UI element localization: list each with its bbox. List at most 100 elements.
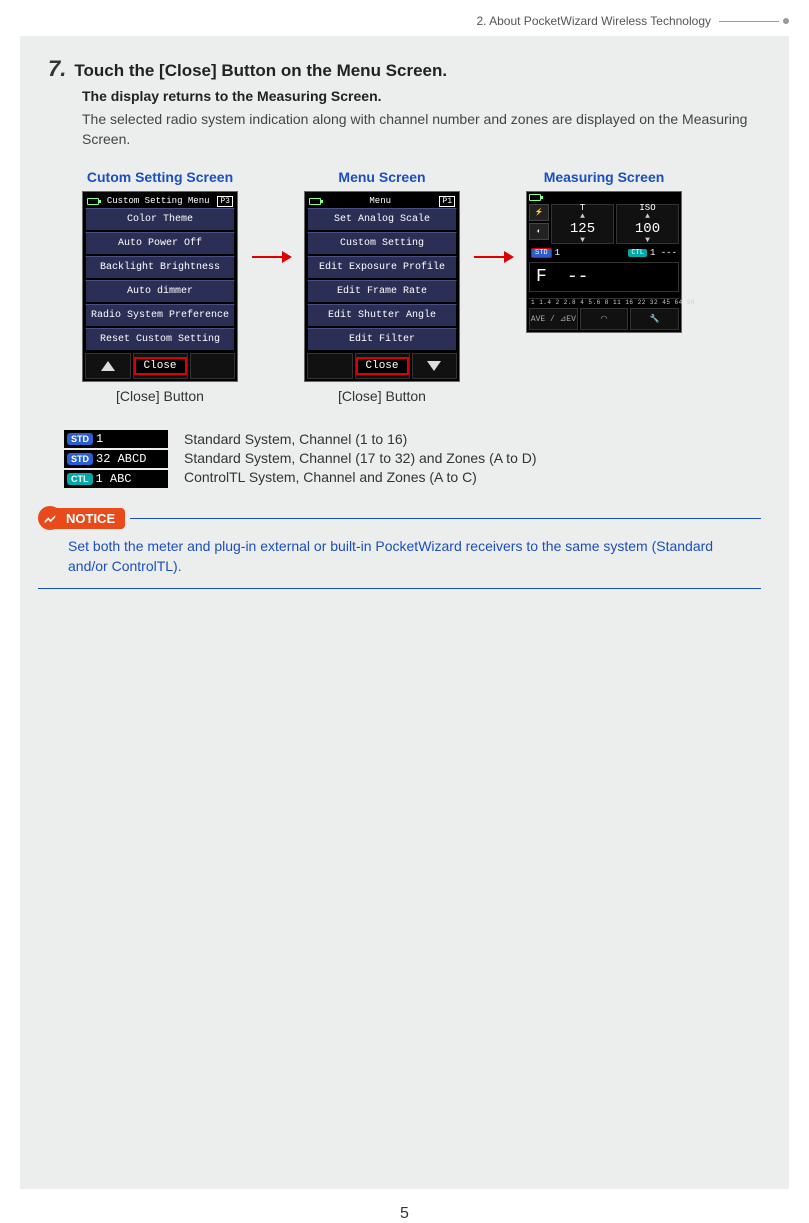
ave-ev-button[interactable]: AVE / ⊿EV bbox=[529, 308, 578, 330]
menu-item[interactable]: Reset Custom Setting bbox=[85, 328, 235, 351]
menu-item[interactable]: Custom Setting bbox=[307, 232, 457, 255]
custom-screen-topbar: Custom Setting Menu P3 bbox=[85, 194, 235, 208]
custom-screen-label: Cutom Setting Screen bbox=[82, 169, 238, 185]
shutter-box[interactable]: T ▲ 125 ▼ bbox=[551, 204, 614, 244]
chevron-down-icon bbox=[427, 361, 441, 371]
flash-icon[interactable]: ⚡ bbox=[529, 204, 549, 221]
close-button[interactable]: Close bbox=[356, 357, 409, 375]
ctl-badge: CTL bbox=[628, 249, 647, 257]
iso-value: 100 bbox=[635, 221, 660, 237]
arrow-right-icon bbox=[474, 256, 512, 258]
aperture-scale: 1 1.4 2 2.8 4 5.6 8 11 16 22 32 45 64 90 bbox=[529, 298, 679, 306]
mode-icon[interactable]: ◐ bbox=[529, 223, 549, 240]
measuring-screen-label: Measuring Screen bbox=[526, 169, 682, 185]
notice-box: NOTICE Set both the meter and plug-in ex… bbox=[38, 518, 761, 589]
page-number: 5 bbox=[0, 1205, 809, 1223]
aperture-row: F -- bbox=[529, 262, 679, 292]
custom-screen-device: Custom Setting Menu P3 Color Theme Auto … bbox=[82, 191, 238, 382]
header-rule bbox=[719, 21, 779, 22]
legend-desc: Standard System, Channel (17 to 32) and … bbox=[184, 449, 537, 468]
arrow-right-icon bbox=[252, 256, 290, 258]
legend-text-col: Standard System, Channel (1 to 16) Stand… bbox=[184, 430, 537, 487]
legend-badge-row: STD 1 bbox=[64, 430, 168, 448]
legend-badge-row: CTL 1 ABC bbox=[64, 470, 168, 488]
arrow-1 bbox=[252, 169, 290, 345]
legend-badge-row: STD 32 ABCD bbox=[64, 450, 168, 468]
close-caption: [Close] Button bbox=[82, 388, 238, 404]
std-channel: 1 bbox=[555, 248, 560, 258]
menu-screen-label: Menu Screen bbox=[304, 169, 460, 185]
page-body: 7. Touch the [Close] Button on the Menu … bbox=[20, 36, 789, 1189]
std-tag: STD bbox=[67, 453, 93, 465]
chevron-up-icon: ▲ bbox=[580, 213, 585, 221]
custom-bottom-bar: Close bbox=[85, 353, 235, 379]
menu-item[interactable]: Set Analog Scale bbox=[307, 208, 457, 231]
menu-item[interactable]: Edit Frame Rate bbox=[307, 280, 457, 303]
menu-screen-col: Menu Screen Menu P1 Set Analog Scale Cus… bbox=[304, 169, 460, 404]
notice-badge: NOTICE bbox=[38, 506, 125, 530]
measuring-bottom-bar: AVE / ⊿EV ◠ 🔧 bbox=[529, 308, 679, 330]
menu-item[interactable]: Auto dimmer bbox=[85, 280, 235, 303]
menu-item[interactable]: Auto Power Off bbox=[85, 232, 235, 255]
custom-setting-screen-col: Cutom Setting Screen Custom Setting Menu… bbox=[82, 169, 238, 404]
ctl-channel: 1 --- bbox=[650, 248, 677, 258]
scroll-down-button[interactable] bbox=[412, 353, 458, 379]
menu-item[interactable]: Edit Exposure Profile bbox=[307, 256, 457, 279]
dome-icon[interactable]: ◠ bbox=[580, 308, 629, 330]
legend-badge-text: 32 ABCD bbox=[96, 452, 146, 466]
legend-badge-text: 1 bbox=[96, 432, 103, 446]
empty-cell bbox=[307, 353, 353, 379]
menu-screen-topbar: Menu P1 bbox=[307, 194, 457, 208]
measuring-side-icons: ⚡ ◐ bbox=[529, 204, 549, 244]
close-caption: [Close] Button bbox=[304, 388, 460, 404]
scroll-up-button[interactable] bbox=[85, 353, 131, 379]
menu-item[interactable]: Color Theme bbox=[85, 208, 235, 231]
battery-icon bbox=[529, 194, 541, 201]
f-value: -- bbox=[567, 267, 589, 287]
empty-cell bbox=[190, 353, 236, 379]
menu-item[interactable]: Radio System Preference bbox=[85, 304, 235, 327]
screens-row: Cutom Setting Screen Custom Setting Menu… bbox=[82, 169, 761, 404]
measuring-screen-device: ⚡ ◐ T ▲ 125 ▼ ISO ▲ 100 ▼ bbox=[526, 191, 682, 333]
legend: STD 1 STD 32 ABCD CTL 1 ABC Standard Sys… bbox=[64, 430, 761, 488]
measuring-top-row: ⚡ ◐ T ▲ 125 ▼ ISO ▲ 100 ▼ bbox=[529, 204, 679, 244]
legend-desc: Standard System, Channel (1 to 16) bbox=[184, 430, 537, 449]
legend-desc: ControlTL System, Channel and Zones (A t… bbox=[184, 468, 537, 487]
header-section-text: 2. About PocketWizard Wireless Technolog… bbox=[476, 14, 711, 28]
legend-badge-text: 1 ABC bbox=[96, 472, 132, 486]
step-heading: 7. Touch the [Close] Button on the Menu … bbox=[48, 56, 761, 82]
wrench-icon[interactable]: 🔧 bbox=[630, 308, 679, 330]
custom-screen-title: Custom Setting Menu bbox=[107, 196, 210, 206]
measuring-screen-col: Measuring Screen ⚡ ◐ T ▲ 125 ▼ ISO bbox=[526, 169, 682, 333]
menu-item[interactable]: Edit Filter bbox=[307, 328, 457, 351]
custom-screen-page: P3 bbox=[217, 196, 233, 207]
battery-icon bbox=[309, 198, 321, 205]
header-breadcrumb: 2. About PocketWizard Wireless Technolog… bbox=[0, 0, 809, 36]
arrow-2 bbox=[474, 169, 512, 345]
header-dot bbox=[783, 18, 789, 24]
step-title: Touch the [Close] Button on the Menu Scr… bbox=[74, 61, 447, 81]
std-tag: STD bbox=[67, 433, 93, 445]
notice-icon bbox=[38, 506, 62, 530]
step-subtitle: The display returns to the Measuring Scr… bbox=[82, 88, 761, 104]
close-button[interactable]: Close bbox=[134, 357, 187, 375]
battery-icon bbox=[87, 198, 99, 205]
close-button-cell: Close bbox=[133, 353, 188, 379]
menu-bottom-bar: Close bbox=[307, 353, 457, 379]
notice-rule-bottom bbox=[38, 588, 761, 589]
menu-item[interactable]: Edit Shutter Angle bbox=[307, 304, 457, 327]
legend-badges-col: STD 1 STD 32 ABCD CTL 1 ABC bbox=[64, 430, 168, 488]
menu-item[interactable]: Backlight Brightness bbox=[85, 256, 235, 279]
shutter-value: 125 bbox=[570, 221, 595, 237]
chevron-down-icon: ▼ bbox=[580, 237, 585, 245]
std-badge: STD bbox=[531, 248, 552, 258]
menu-screen-title: Menu bbox=[369, 196, 391, 206]
step-body: The selected radio system indication alo… bbox=[82, 110, 761, 149]
f-label: F bbox=[536, 267, 547, 287]
chevron-down-icon: ▼ bbox=[645, 237, 650, 245]
notice-body: Set both the meter and plug-in external … bbox=[38, 519, 761, 588]
iso-box[interactable]: ISO ▲ 100 ▼ bbox=[616, 204, 679, 244]
step-number: 7. bbox=[48, 56, 66, 82]
menu-screen-device: Menu P1 Set Analog Scale Custom Setting … bbox=[304, 191, 460, 382]
close-button-cell: Close bbox=[355, 353, 410, 379]
